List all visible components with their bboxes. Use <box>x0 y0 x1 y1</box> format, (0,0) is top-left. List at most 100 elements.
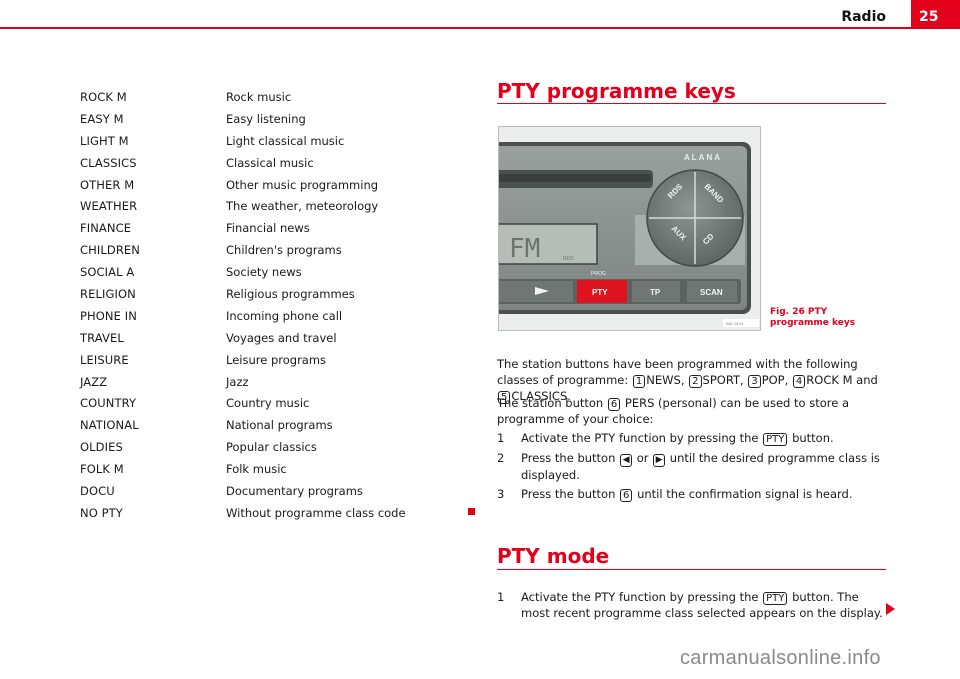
right-arrow-key-icon: ▶ <box>653 454 666 467</box>
step-text: Press the button ◀ or ▶ until the desire… <box>521 450 887 483</box>
pty-description: Jazz <box>226 374 249 389</box>
list-item: CHILDREN Children's programs <box>80 239 406 261</box>
list-item: FINANCE Financial news <box>80 217 406 239</box>
radio-figure: ALANA FM RDS RDS BAND AUX CD PROG PTY TP… <box>498 126 761 331</box>
step-text-part: or <box>636 451 649 465</box>
lcd-text: FM <box>509 234 540 264</box>
step-number: 1 <box>497 590 505 604</box>
key-2: 2 <box>689 375 702 388</box>
list-item: LEISURE Leisure programs <box>80 349 406 371</box>
pty-code: EASY M <box>80 111 124 126</box>
section-title-pty-keys: PTY programme keys <box>497 79 736 103</box>
left-arrow-key-icon: ◀ <box>620 454 633 467</box>
step-text-part: Press the button <box>521 487 616 501</box>
header-rule <box>0 27 960 29</box>
section-title-pty-mode: PTY mode <box>497 544 610 568</box>
pty-code-list: ROCK M Rock music EASY M Easy listening LI… <box>80 86 406 524</box>
pty-description: Other music programming <box>226 177 379 192</box>
figure-caption: Fig. 26 PTY programme keys <box>770 307 856 328</box>
step-number: 2 <box>497 451 505 465</box>
pty-code: WEATHER <box>80 199 138 214</box>
pty-code: PHONE IN <box>80 308 137 323</box>
chapter-title: Radio <box>841 9 886 25</box>
pty-description: Documentary programs <box>226 483 363 498</box>
pty-code: ROCK M <box>80 89 127 104</box>
pty-description: Financial news <box>226 221 310 236</box>
pty-code: CLASSICS <box>80 155 137 170</box>
step-text: Press the button 6 until the confirmatio… <box>521 486 887 502</box>
step-text-part: until the confirmation signal is heard. <box>637 487 853 501</box>
pty-code: DOCU <box>80 483 115 498</box>
key-6: 6 <box>607 398 621 411</box>
list-item: NATIONAL National programs <box>80 414 406 436</box>
scan-button-label: SCAN <box>700 288 723 297</box>
list-item: TRAVEL Voyages and travel <box>80 327 406 349</box>
pty-code: LEISURE <box>80 352 129 367</box>
pty-code: SOCIAL A <box>80 265 135 280</box>
prog-label: PROG <box>591 271 606 277</box>
list-item: WEATHER The weather, meteorology <box>80 195 406 217</box>
pty-code: FINANCE <box>80 221 132 236</box>
pty-description: Voyages and travel <box>226 330 337 345</box>
figure-ref-code: B6L-0144 <box>726 321 744 326</box>
pty-code: FOLK M <box>80 462 124 477</box>
pty-description: Incoming phone call <box>226 308 343 323</box>
class-label: SPORT, <box>702 373 744 387</box>
tp-button-label: TP <box>650 288 661 297</box>
key-3: 3 <box>748 375 761 388</box>
pty-code: TRAVEL <box>80 330 124 345</box>
key-1: 1 <box>632 375 646 388</box>
pty-description: Society news <box>226 265 302 280</box>
pty-description: The weather, meteorology <box>226 199 379 214</box>
list-item: ROCK M Rock music <box>80 86 406 108</box>
pty-description: Children's programs <box>226 243 342 258</box>
pty-code: COUNTRY <box>80 396 137 411</box>
list-item: PHONE IN Incoming phone call <box>80 305 406 327</box>
step-text-part: Press the button <box>521 451 616 465</box>
class-label: NEWS, <box>646 373 685 387</box>
paragraph-text: The station button <box>497 396 604 410</box>
step-text: Activate the PTY function by pressing th… <box>521 589 887 621</box>
pty-description: Country music <box>226 396 310 411</box>
lcd-rds: RDS <box>563 256 574 262</box>
pty-description: Rock music <box>226 89 292 104</box>
pty-description: Folk music <box>226 462 287 477</box>
pty-code: RELIGION <box>80 286 136 301</box>
list-item: OLDIES Popular classics <box>80 436 406 458</box>
list-item: LIGHT M Light classical music <box>80 130 406 152</box>
list-item: OTHER M Other music programming <box>80 174 406 196</box>
list-item: NO PTY Without programme class code <box>80 502 406 524</box>
pty-code: LIGHT M <box>80 133 129 148</box>
step-item: 3 Press the button 6 until the confirmat… <box>497 486 887 502</box>
pty-description: Easy listening <box>226 111 306 126</box>
step-number: 3 <box>497 487 505 501</box>
pty-description: Classical music <box>226 155 314 170</box>
step-text-part: Activate the PTY function by pressing th… <box>521 590 759 604</box>
list-item: COUNTRY Country music <box>80 392 406 414</box>
step-item: 1 Activate the PTY function by pressing … <box>497 589 887 621</box>
key-4: 4 <box>792 375 806 388</box>
step-text-part: Activate the PTY function by pressing th… <box>521 431 759 445</box>
pty-description: Light classical music <box>226 133 345 148</box>
pty-key: PTY <box>763 592 788 605</box>
list-item: RELIGION Religious programmes <box>80 283 406 305</box>
pty-description: Leisure programs <box>226 352 327 367</box>
key-6: 6 <box>620 489 633 502</box>
pty-description: National programs <box>226 418 333 433</box>
section-end-marker <box>468 508 475 515</box>
pty-description: Religious programmes <box>226 286 355 301</box>
list-item: JAZZ Jazz <box>80 371 406 393</box>
paragraph-pers-button: The station button 6 PERS (personal) can… <box>497 395 887 427</box>
pty-code: NO PTY <box>80 505 123 520</box>
step-text: Activate the PTY function by pressing th… <box>521 430 887 446</box>
page-number: 25 <box>911 0 960 29</box>
pty-code: NATIONAL <box>80 418 139 433</box>
step-number: 1 <box>497 431 505 445</box>
list-item: SOCIAL A Society news <box>80 261 406 283</box>
step-item: 2 Press the button ◀ or ▶ until the desi… <box>497 450 887 483</box>
pty-button-label: PTY <box>592 288 608 297</box>
section-rule <box>497 569 886 570</box>
pty-description: Popular classics <box>226 440 317 455</box>
section-rule <box>497 103 886 104</box>
list-item: CLASSICS Classical music <box>80 152 406 174</box>
